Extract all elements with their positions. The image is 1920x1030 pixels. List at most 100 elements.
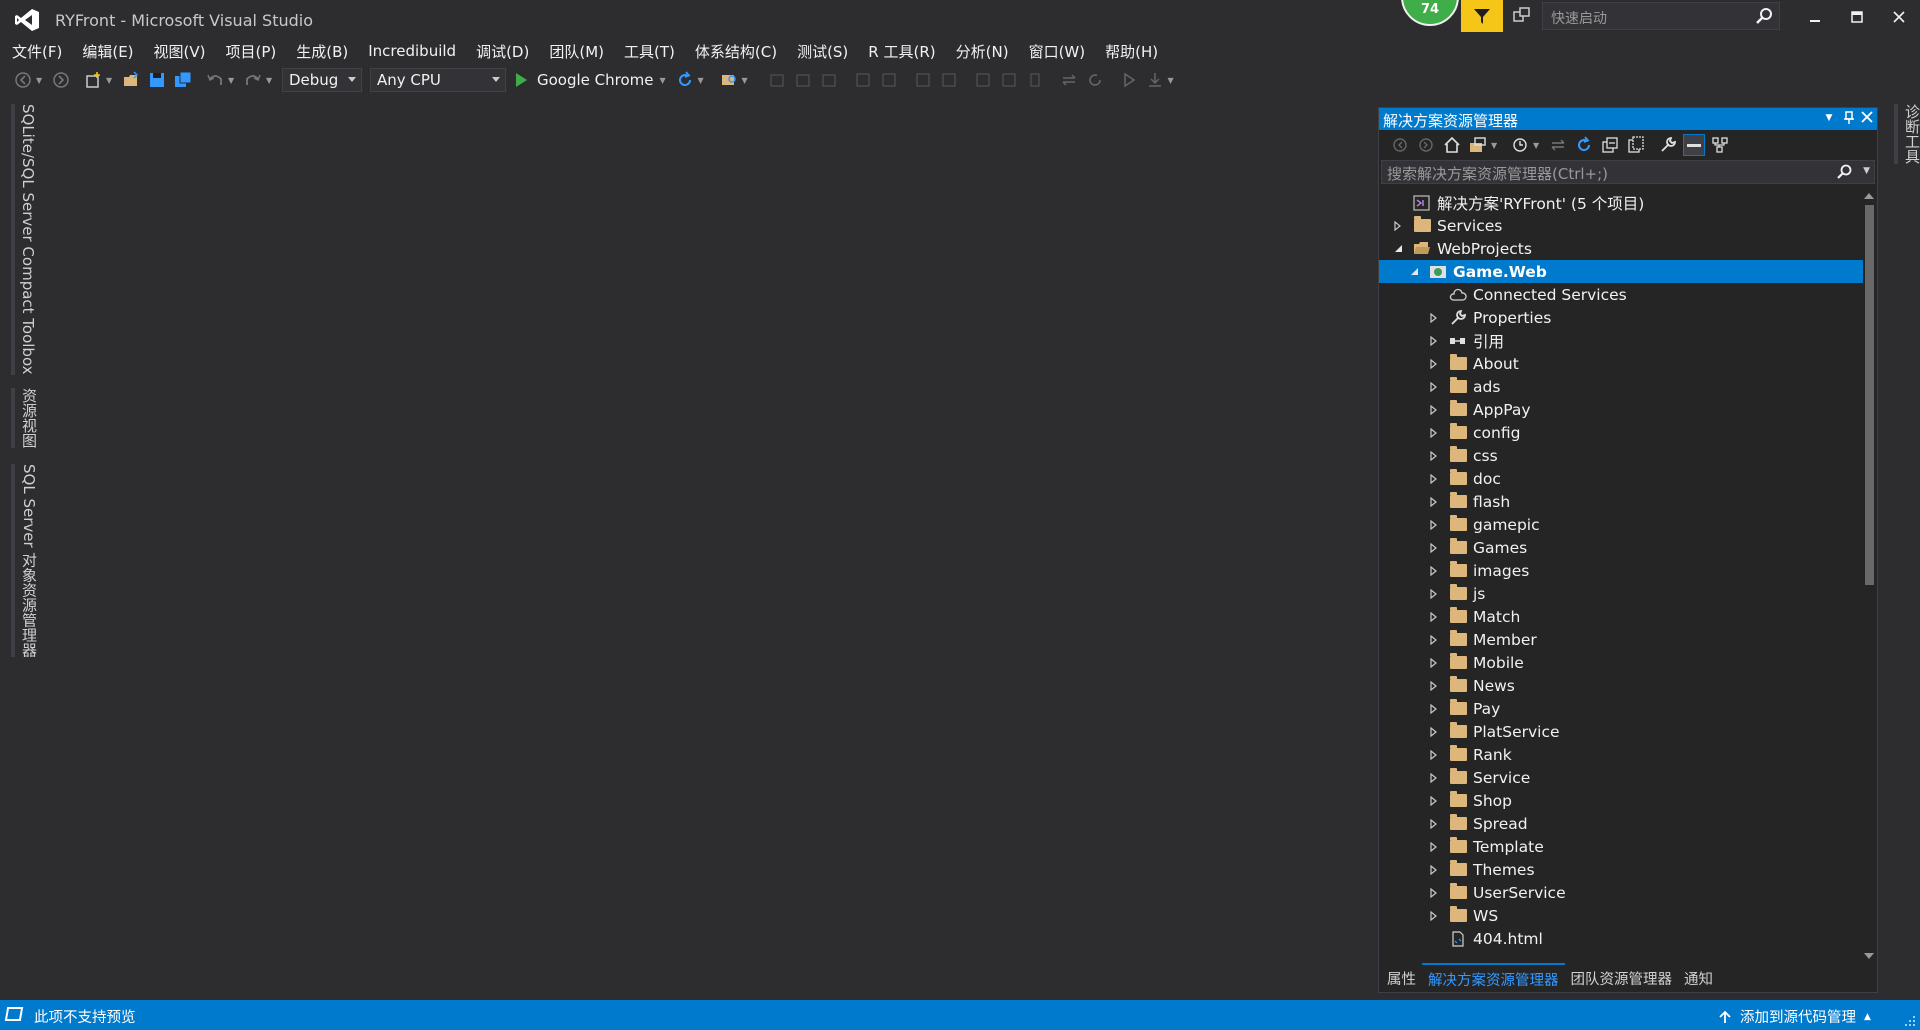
se-home-button[interactable]	[1441, 134, 1463, 156]
bookmark-button[interactable]	[912, 69, 934, 91]
open-file-button[interactable]	[120, 69, 142, 91]
expand-arrow-icon[interactable]	[1429, 312, 1439, 323]
expand-arrow-icon[interactable]	[1429, 795, 1439, 806]
panel-tab[interactable]: 属性	[1381, 964, 1422, 993]
se-show-all-files-button[interactable]	[1625, 134, 1647, 156]
sqlite-toolbox-tab[interactable]: SQLite/SQL Server Compact Toolbox	[11, 104, 37, 375]
tree-item[interactable]: images	[1379, 559, 1863, 582]
resize-grip-icon[interactable]	[1904, 1015, 1916, 1027]
expand-arrow-icon[interactable]	[1429, 841, 1439, 852]
expand-arrow-icon[interactable]	[1429, 887, 1439, 898]
tree-item[interactable]: Shop	[1379, 789, 1863, 812]
se-preview-selected-button[interactable]	[1683, 134, 1705, 156]
menu-item[interactable]: 编辑(E)	[72, 38, 143, 65]
close-window-button[interactable]	[1882, 4, 1916, 30]
maximize-button[interactable]	[1840, 4, 1874, 30]
tree-item[interactable]: AppPay	[1379, 398, 1863, 421]
minimize-button[interactable]	[1798, 4, 1832, 30]
solution-platform-select[interactable]: Any CPU	[370, 68, 506, 92]
tree-item[interactable]: Properties	[1379, 306, 1863, 329]
expand-arrow-icon[interactable]	[1429, 657, 1439, 668]
sync-button[interactable]	[1058, 69, 1080, 91]
expand-arrow-icon[interactable]	[1429, 427, 1439, 438]
menu-item[interactable]: R 工具(R)	[858, 38, 945, 65]
pin-icon[interactable]	[1841, 111, 1857, 127]
step-out-button[interactable]	[818, 69, 840, 91]
new-project-button[interactable]	[82, 69, 104, 91]
tree-item[interactable]: gamepic	[1379, 513, 1863, 536]
undo-dropdown-icon[interactable]: ▼	[228, 76, 236, 85]
menu-item[interactable]: 工具(T)	[614, 38, 685, 65]
expand-arrow-icon[interactable]	[1393, 220, 1403, 231]
expand-arrow-icon[interactable]	[1429, 910, 1439, 921]
tree-item[interactable]: Services	[1379, 214, 1863, 237]
toolbar-options-icon[interactable]: ▼	[742, 76, 750, 85]
se-class-diagram-button[interactable]	[1709, 134, 1731, 156]
notification-filter-button[interactable]	[1461, 0, 1503, 32]
menu-item[interactable]: 窗口(W)	[1019, 38, 1096, 65]
tree-item[interactable]: config	[1379, 421, 1863, 444]
se-forward-button[interactable]	[1415, 134, 1437, 156]
quick-launch-input[interactable]: 快速启动	[1542, 2, 1780, 30]
expand-arrow-icon[interactable]	[1429, 404, 1439, 415]
se-switch-views-button[interactable]	[1467, 134, 1489, 156]
menu-item[interactable]: 体系结构(C)	[685, 38, 787, 65]
tree-item[interactable]: Member	[1379, 628, 1863, 651]
tree-item[interactable]: Game.Web	[1379, 260, 1863, 283]
menu-item[interactable]: 分析(N)	[946, 38, 1019, 65]
expand-arrow-icon[interactable]	[1429, 381, 1439, 392]
redo-button[interactable]	[242, 69, 264, 91]
add-to-source-control-button[interactable]: 添加到源代码管理 ▲	[1718, 1006, 1871, 1027]
tree-item[interactable]: 引用	[1379, 329, 1863, 352]
menu-item[interactable]: 视图(V)	[144, 38, 216, 65]
scroll-down-icon[interactable]	[1864, 953, 1874, 959]
expand-arrow-icon[interactable]	[1429, 496, 1439, 507]
redo-refresh-button[interactable]	[1084, 69, 1106, 91]
panel-tab[interactable]: 团队资源管理器	[1565, 964, 1679, 993]
run-target-dropdown-icon[interactable]: ▼	[660, 76, 668, 85]
tree-item[interactable]: Pay	[1379, 697, 1863, 720]
tree-item[interactable]: WS	[1379, 904, 1863, 927]
se-back-button[interactable]	[1389, 134, 1411, 156]
delete-bookmark-button[interactable]	[1024, 69, 1046, 91]
menu-item[interactable]: 文件(F)	[2, 38, 72, 65]
tree-item[interactable]: Template	[1379, 835, 1863, 858]
expand-arrow-icon[interactable]	[1429, 542, 1439, 553]
search-options-dropdown-icon[interactable]: ▼	[1863, 166, 1870, 176]
expand-arrow-icon[interactable]	[1429, 358, 1439, 369]
expand-arrow-icon[interactable]	[1429, 703, 1439, 714]
collapse-arrow-icon[interactable]	[1409, 267, 1419, 277]
tree-item[interactable]: UserService	[1379, 881, 1863, 904]
save-button[interactable]	[146, 69, 168, 91]
back-dropdown-icon[interactable]: ▼	[36, 76, 44, 85]
redo-dropdown-icon[interactable]: ▼	[266, 76, 274, 85]
tree-item[interactable]: doc	[1379, 467, 1863, 490]
expand-arrow-icon[interactable]	[1429, 565, 1439, 576]
se-pending-changes-button[interactable]	[1509, 134, 1531, 156]
save-all-button[interactable]	[172, 69, 194, 91]
performance-badge[interactable]: 74	[1401, 0, 1459, 26]
menu-item[interactable]: 项目(P)	[216, 38, 287, 65]
tree-item[interactable]: Match	[1379, 605, 1863, 628]
panel-tab[interactable]: 解决方案资源管理器	[1422, 962, 1565, 994]
tree-item[interactable]: Themes	[1379, 858, 1863, 881]
switch-views-dropdown-icon[interactable]: ▼	[1491, 141, 1499, 150]
tree-item[interactable]: Games	[1379, 536, 1863, 559]
se-properties-button[interactable]	[1657, 134, 1679, 156]
tree-item[interactable]: Service	[1379, 766, 1863, 789]
refresh-browser-button[interactable]	[674, 69, 696, 91]
tree-item[interactable]: WebProjects	[1379, 237, 1863, 260]
expand-arrow-icon[interactable]	[1429, 749, 1439, 760]
continue-button[interactable]	[1118, 69, 1140, 91]
menu-item[interactable]: 测试(S)	[787, 38, 858, 65]
tree-item[interactable]: js	[1379, 582, 1863, 605]
prev-bookmark-button[interactable]	[938, 69, 960, 91]
sql-server-object-explorer-tab[interactable]: SQL Server 对象资源管理器	[11, 464, 40, 658]
expand-arrow-icon[interactable]	[1429, 864, 1439, 875]
collapse-arrow-icon[interactable]	[1393, 244, 1403, 254]
expand-arrow-icon[interactable]	[1429, 634, 1439, 645]
scroll-up-icon[interactable]	[1864, 193, 1874, 199]
feedback-icon[interactable]	[1512, 6, 1532, 26]
expand-arrow-icon[interactable]	[1429, 473, 1439, 484]
tree-item[interactable]: PlatService	[1379, 720, 1863, 743]
